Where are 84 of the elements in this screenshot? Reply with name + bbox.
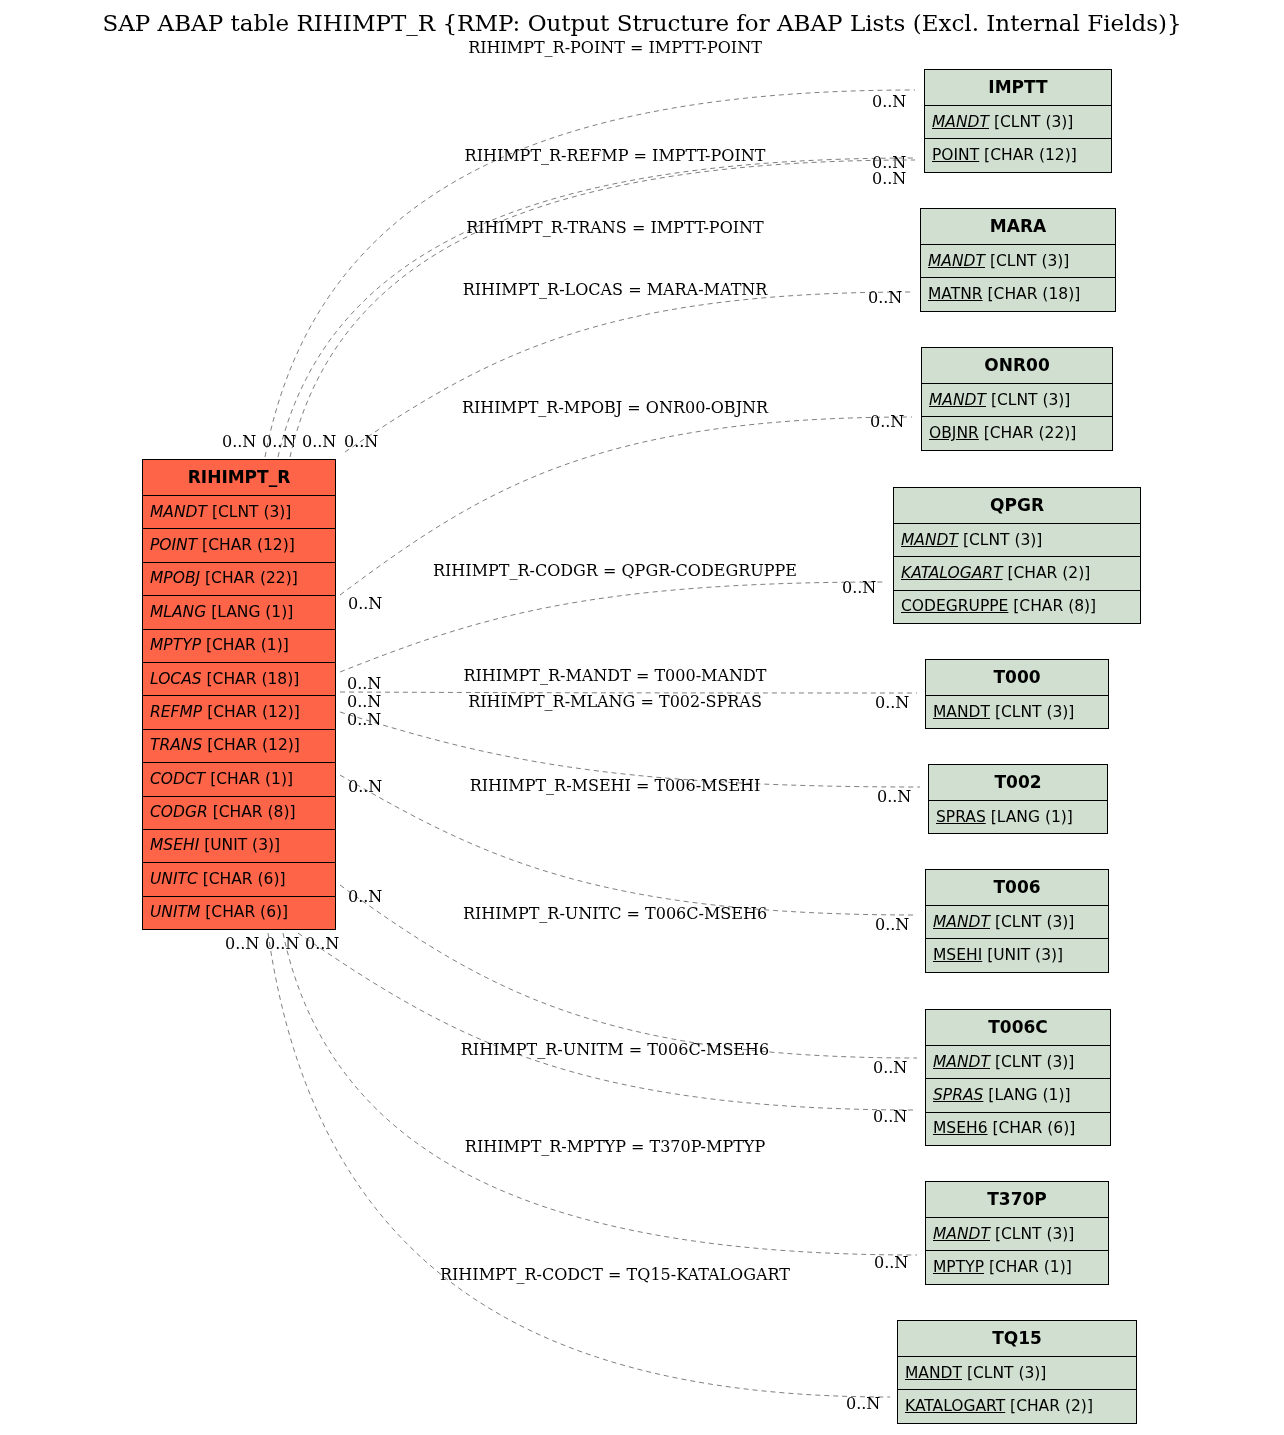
relation-label: RIHIMPT_R-CODGR = QPGR-CODEGRUPPE	[433, 561, 797, 580]
table-field: MPTYP [CHAR (1)]	[150, 634, 289, 658]
cardinality-label: 0..N	[874, 1253, 909, 1272]
cardinality-label: 0..N	[846, 1394, 881, 1413]
cardinality-label: 0..N	[305, 934, 340, 953]
table-field: LOCAS [CHAR (18)]	[150, 667, 300, 691]
cardinality-label: 0..N	[875, 693, 910, 712]
cardinality-label: 0..N	[868, 288, 903, 307]
table-field: CODCT [CHAR (1)]	[150, 767, 293, 791]
table-name: ONR00	[984, 353, 1050, 377]
relation-label: RIHIMPT_R-MPTYP = T370P-MPTYP	[464, 1137, 766, 1156]
cardinality-label: 0..N	[262, 432, 297, 451]
relation-label: RIHIMPT_R-MANDT = T000-MANDT	[463, 666, 767, 685]
table-name: TQ15	[992, 1326, 1042, 1350]
cardinality-label: 0..N	[265, 934, 300, 953]
table-field: REFMP [CHAR (12)]	[150, 700, 300, 725]
table-field: SPRAS [LANG (1)]	[933, 1083, 1071, 1108]
table-field: KATALOGART [CHAR (2)]	[905, 1394, 1093, 1419]
table-field: MPOBJ [CHAR (22)]	[150, 567, 298, 591]
cardinality-label: 0..N	[873, 1107, 908, 1126]
table-name: RIHIMPT_R	[187, 465, 291, 489]
cardinality-label: 0..N	[348, 887, 383, 906]
table-field: OBJNR [CHAR (22)]	[929, 421, 1077, 446]
table-name: T006C	[988, 1015, 1048, 1039]
table-name: MARA	[989, 214, 1047, 238]
table-field: MSEHI [UNIT (3)]	[933, 943, 1064, 968]
table-field: UNITM [CHAR (6)]	[150, 901, 289, 925]
cardinality-label: 0..N	[225, 934, 260, 953]
relation-label: RIHIMPT_R-LOCAS = MARA-MATNR	[462, 280, 768, 299]
relation-label: RIHIMPT_R-MPOBJ = ONR00-OBJNR	[461, 398, 769, 417]
table-field: CODGR [CHAR (8)]	[150, 801, 296, 825]
table-field: CODEGRUPPE [CHAR (8)]	[901, 595, 1097, 619]
relation-label: RIHIMPT_R-POINT = IMPTT-POINT	[468, 38, 762, 57]
cardinality-label: 0..N	[347, 674, 382, 693]
relation-label: RIHIMPT_R-CODCT = TQ15-KATALOGART	[440, 1265, 790, 1284]
table-name: T002	[994, 770, 1042, 794]
cardinality-label: 0..N	[348, 777, 383, 796]
table-name: IMPTT	[988, 75, 1048, 99]
cardinality-label: 0..N	[302, 432, 337, 451]
table-field: MANDT [CLNT (3)]	[905, 1361, 1047, 1385]
cardinality-label: 0..N	[347, 692, 382, 711]
relation-label: RIHIMPT_R-UNITC = T006C-MSEH6	[462, 904, 768, 923]
table-field: KATALOGART [CHAR (2)]	[901, 561, 1091, 586]
table-field: MPTYP [CHAR (1)]	[933, 1255, 1072, 1280]
cardinality-label: 0..N	[347, 710, 382, 729]
table-field: MATNR [CHAR (18)]	[928, 282, 1081, 307]
table-name: T000	[993, 665, 1041, 689]
table-field: POINT [CHAR (12)]	[150, 533, 295, 558]
table-field: MANDT [CLNT (3)]	[150, 500, 292, 524]
cardinality-label: 0..N	[842, 578, 877, 597]
relation-label: RIHIMPT_R-UNITM = T006C-MSEH6	[460, 1040, 770, 1059]
table-field: MLANG [LANG (1)]	[150, 600, 294, 624]
table-field: MSEH6 [CHAR (6)]	[933, 1117, 1076, 1141]
table-field: MANDT [CLNT (3)]	[929, 388, 1071, 412]
cardinality-label: 0..N	[877, 787, 912, 806]
diagram-title: SAP ABAP table RIHIMPT_R {RMP: Output Structure for ABAP Lists (Excl. Internal Fields)}	[101, 9, 1183, 38]
relation-label: RIHIMPT_R-TRANS = IMPTT-POINT	[466, 218, 764, 237]
cardinality-label: 0..N	[872, 169, 907, 188]
table-field: MANDT [CLNT (3)]	[901, 528, 1043, 552]
table-field: MANDT [CLNT (3)]	[933, 910, 1075, 934]
table-field: MSEHI [UNIT (3)]	[150, 834, 281, 858]
table-field: MANDT [CLNT (3)]	[928, 249, 1070, 273]
relation-label: RIHIMPT_R-MLANG = T002-SPRAS	[468, 692, 762, 711]
cardinality-label: 0..N	[348, 594, 383, 613]
table-name: T370P	[987, 1187, 1047, 1211]
relation-label: RIHIMPT_R-MSEHI = T006-MSEHI	[469, 776, 761, 795]
table-field: SPRAS [LANG (1)]	[936, 805, 1073, 829]
cardinality-label: 0..N	[870, 412, 905, 431]
table-field: MANDT [CLNT (3)]	[933, 700, 1075, 724]
cardinality-label: 0..N	[872, 92, 907, 111]
cardinality-label: 0..N	[872, 153, 907, 172]
table-field: MANDT [CLNT (3)]	[933, 1050, 1075, 1074]
cardinality-label: 0..N	[344, 432, 379, 451]
table-field: MANDT [CLNT (3)]	[933, 1222, 1075, 1246]
table-name: QPGR	[990, 493, 1044, 517]
cardinality-label: 0..N	[873, 1058, 908, 1077]
relation-label: RIHIMPT_R-REFMP = IMPTT-POINT	[464, 146, 766, 165]
cardinality-label: 0..N	[222, 432, 257, 451]
table-name: T006	[993, 875, 1041, 899]
table-field: POINT [CHAR (12)]	[932, 143, 1077, 168]
cardinality-label: 0..N	[875, 915, 910, 934]
table-field: MANDT [CLNT (3)]	[932, 110, 1074, 134]
table-field: TRANS [CHAR (12)]	[150, 734, 300, 758]
table-field: UNITC [CHAR (6)]	[150, 867, 286, 892]
